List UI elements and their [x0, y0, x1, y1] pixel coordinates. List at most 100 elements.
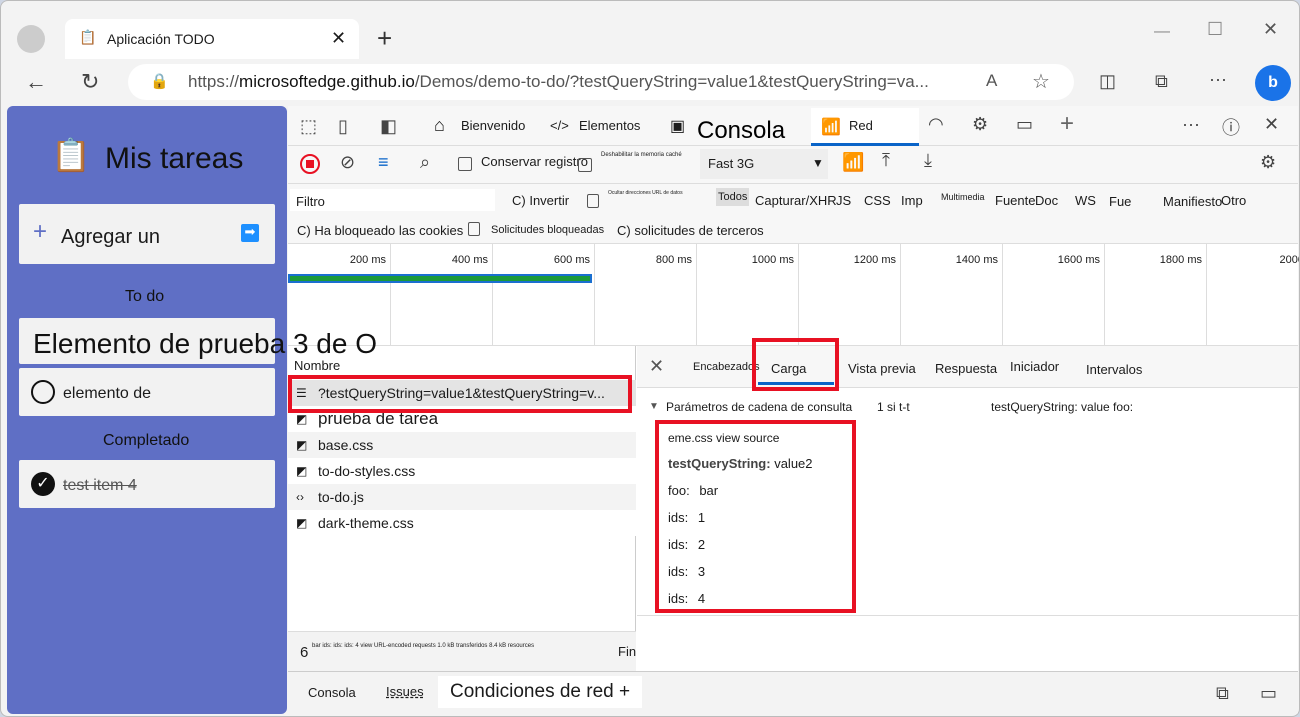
tab-headers[interactable]: Encabezados	[693, 361, 760, 373]
minimize-icon[interactable]: —	[1154, 23, 1170, 41]
request-name: base.css	[318, 437, 374, 453]
todo-item[interactable]: elemento de	[19, 368, 275, 416]
address-bar[interactable]: 🔒 https://microsoftedge.github.io/Demos/…	[128, 64, 1074, 100]
close-devtools-icon[interactable]: ✕	[1264, 114, 1279, 135]
todo-item-label: elemento de	[63, 385, 152, 402]
filter-type-js[interactable]: JS	[836, 193, 851, 208]
filter-type-media[interactable]: Multimedia	[941, 192, 985, 202]
performance-icon[interactable]: ◠	[928, 114, 944, 135]
close-tab-icon[interactable]: ✕	[331, 28, 346, 49]
add-tab-icon[interactable]: +	[1060, 110, 1074, 138]
network-conditions-icon[interactable]: 📶	[842, 152, 864, 173]
drawer-tab-console[interactable]: Consola	[308, 685, 356, 700]
expand-triangle-icon[interactable]: ▼	[649, 401, 659, 412]
filter-type-font[interactable]: Fuente	[995, 193, 1035, 208]
preserve-log-checkbox[interactable]	[458, 157, 472, 171]
filter-type-wasm[interactable]: Fue	[1109, 194, 1131, 209]
tab-response[interactable]: Respuesta	[935, 361, 997, 376]
inspect-icon[interactable]: ⬚	[300, 116, 317, 137]
device-emulation-icon[interactable]: ▯	[338, 116, 348, 137]
search-icon[interactable]: ⌕	[420, 152, 430, 173]
query-params-heading[interactable]: Parámetros de cadena de consulta	[666, 400, 852, 414]
filter-type-xhr[interactable]: Capturar/XHR	[755, 193, 837, 208]
application-icon[interactable]: ▭	[1016, 114, 1033, 135]
blocked-requests-checkbox[interactable]	[468, 222, 480, 236]
collections-icon[interactable]: ⧉	[1155, 71, 1168, 92]
filter-type-manifest[interactable]: Manifiesto	[1163, 194, 1222, 209]
dock-icon[interactable]: ◧	[380, 116, 397, 137]
finish-time: Fin	[618, 644, 637, 659]
request-row[interactable]: ◩ dark-theme.css	[288, 510, 636, 536]
close-detail-icon[interactable]: ✕	[649, 356, 664, 377]
timeline-tick-label: 400 ms	[451, 254, 488, 266]
settings-icon[interactable]: ⚙	[1260, 152, 1276, 173]
read-aloud-icon[interactable]: A	[986, 71, 997, 91]
close-window-icon[interactable]: ✕	[1263, 19, 1278, 40]
request-row[interactable]: ‹› to-do.js	[288, 484, 636, 510]
drawer-tab-network-conditions[interactable]: Condiciones de red +	[438, 676, 643, 708]
filter-type-doc[interactable]: Doc	[1035, 193, 1058, 208]
throttle-select[interactable]: Fast 3G ▼	[700, 149, 828, 179]
request-row[interactable]: ◩ base.css	[288, 432, 636, 458]
timeline-gridline	[594, 244, 595, 346]
completed-heading: Completado	[103, 432, 190, 449]
filter-type-ws[interactable]: WS	[1075, 193, 1096, 208]
timeline-overview[interactable]: 200 ms 400 ms 600 ms 800 ms 1000 ms 1200 ms 14…	[288, 244, 1299, 346]
hide-data-urls-checkbox[interactable]	[587, 194, 599, 208]
request-name: to-do-styles.css	[318, 463, 416, 479]
browser-tab[interactable]: 📋 Aplicación TODO ✕	[65, 19, 359, 59]
new-tab-icon[interactable]: +	[377, 23, 392, 54]
disable-cache-checkbox[interactable]	[578, 158, 592, 172]
submit-arrow-icon[interactable]: ➡	[241, 224, 259, 242]
import-icon[interactable]: ⤒	[882, 150, 890, 171]
export-icon[interactable]: ⤓	[924, 150, 932, 171]
tab-initiator[interactable]: Iniciador	[1010, 359, 1059, 374]
code-icon: </>	[550, 118, 569, 133]
maximize-icon[interactable]: ☐	[1207, 19, 1223, 40]
refresh-icon[interactable]: ↻	[81, 69, 99, 95]
back-icon[interactable]: ←	[25, 69, 47, 95]
blocked-cookies-label[interactable]: C) Ha bloqueado las cookies	[297, 223, 463, 238]
name-column-header[interactable]: Nombre	[294, 358, 340, 373]
profile-avatar[interactable]	[17, 25, 45, 53]
dropdown-caret-icon: ▼	[812, 156, 824, 170]
copilot-icon[interactable]: b	[1255, 65, 1291, 101]
timeline-tick-label: 1600 ms	[1057, 254, 1100, 266]
filter-input[interactable]: Filtro	[290, 189, 495, 211]
record-icon[interactable]	[300, 154, 320, 174]
check-icon[interactable]: ✓	[31, 472, 55, 496]
tab-welcome[interactable]: Bienvenido	[461, 118, 525, 133]
help-icon[interactable]: ⓘ	[1222, 114, 1240, 140]
invert-label[interactable]: C) Invertir	[512, 193, 569, 208]
tab-network-label: Red	[849, 118, 873, 133]
drawer-tab-issues[interactable]: Issues	[386, 684, 424, 699]
filter-type-other[interactable]: Otro	[1221, 193, 1246, 208]
disable-cache-label: Deshabilitar la memoria caché	[601, 152, 682, 158]
split-screen-icon[interactable]: ◫	[1099, 71, 1116, 92]
third-party-label[interactable]: C) solicitudes de terceros	[617, 223, 764, 238]
wifi-icon: 📶	[821, 119, 841, 136]
dock-drawer-icon[interactable]: ⧉	[1216, 683, 1229, 704]
filter-type-css[interactable]: CSS	[864, 193, 891, 208]
filter-icon[interactable]: ≡	[378, 152, 389, 173]
drawer-tabbar: Consola Issues Condiciones de red + ⧉ ▭	[288, 671, 1298, 714]
request-row[interactable]: ◩ to-do-styles.css	[288, 458, 636, 484]
add-task-field[interactable]: + Agregar un ➡	[19, 204, 275, 264]
tab-elements[interactable]: Elementos	[579, 118, 640, 133]
filter-type-all[interactable]: Todos	[716, 188, 750, 206]
network-toolbar: ⊘ ≡ ⌕ Conservar registro Deshabilitar la…	[288, 146, 1298, 184]
tab-network[interactable]: 📶 Red	[811, 108, 919, 146]
filter-type-img[interactable]: Imp	[901, 193, 923, 208]
more-icon[interactable]: ···	[1209, 69, 1227, 90]
memory-icon[interactable]: ⚙	[972, 114, 988, 135]
tab-timing[interactable]: Intervalos	[1086, 362, 1142, 377]
circle-checkbox-icon[interactable]	[31, 380, 55, 404]
tab-preview[interactable]: Vista previa	[848, 361, 916, 376]
completed-item[interactable]: ✓ test item 4	[19, 460, 275, 508]
tab-console[interactable]: Consola	[697, 117, 785, 145]
favorite-icon[interactable]: ☆	[1032, 69, 1050, 94]
more-options-icon[interactable]: ···	[1182, 114, 1200, 135]
clear-icon[interactable]: ⊘	[340, 152, 355, 173]
collapse-drawer-icon[interactable]: ▭	[1260, 683, 1277, 704]
clipboard-icon: 📋	[51, 137, 91, 173]
